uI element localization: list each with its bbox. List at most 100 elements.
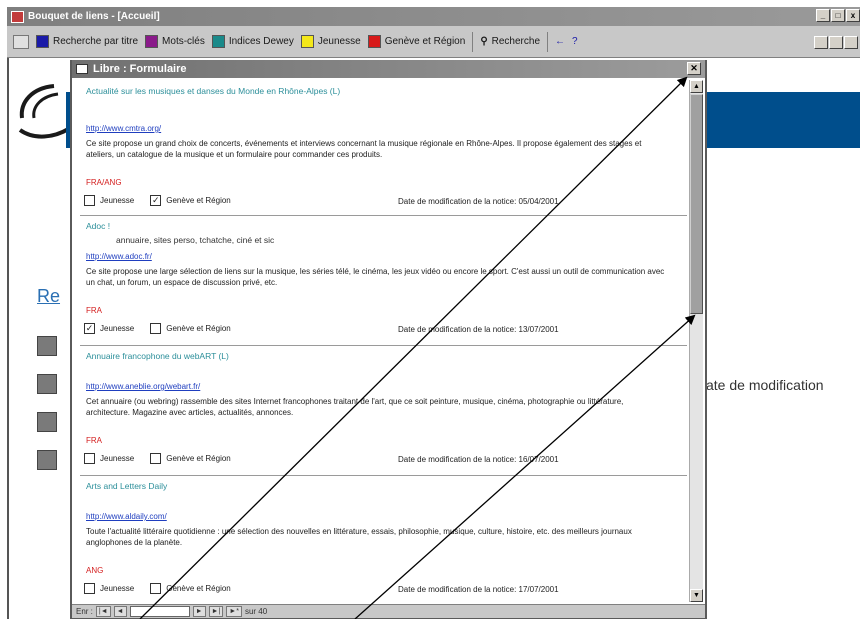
record-flags: ✓ Jeunesse Genève et Région (84, 323, 247, 334)
record-language: FRA/ANG (86, 178, 122, 187)
record-url-link[interactable]: http://www.cmtra.org/ (86, 124, 161, 133)
toolbar-label: Indices Dewey (228, 36, 294, 47)
form-title-bar[interactable]: Libre : Formulaire ✕ (72, 60, 705, 78)
doc-close-icon[interactable] (844, 36, 858, 49)
record-date: Date de modification de la notice: 13/07… (398, 325, 559, 334)
date-label: Date de modification de la notice: (398, 585, 517, 594)
record-number-field[interactable] (129, 606, 190, 617)
window-controls: _ □ x (816, 9, 860, 22)
date-modification-label: ate de modification (706, 377, 824, 393)
date-label: Date de modification de la notice: (398, 325, 517, 334)
toolbar-label: Mots-clés (162, 36, 205, 47)
record-title: Adoc ! (86, 221, 111, 231)
scroll-thumb[interactable] (690, 94, 703, 314)
maximize-icon[interactable]: □ (831, 9, 845, 22)
help-pointer-icon[interactable]: ? (572, 36, 578, 47)
page-heading-link[interactable]: Re (37, 286, 60, 307)
record-url-link[interactable]: http://www.aneblie.org/webart.fr/ (86, 382, 200, 391)
date-value: 16/07/2001 (518, 455, 559, 464)
minimize-icon[interactable]: _ (816, 9, 830, 22)
new-record-icon[interactable]: ►* (226, 606, 242, 617)
prev-record-icon[interactable]: ◄ (113, 606, 127, 617)
record-language: FRA (86, 306, 102, 315)
toolbar-separator (472, 31, 474, 52)
site-logo (18, 84, 72, 139)
app-title-bar: Bouquet de liens - [Accueil] _ □ x (7, 7, 860, 26)
back-arrow-icon[interactable]: ← (555, 36, 565, 47)
geneve-checkbox[interactable] (150, 583, 162, 594)
toolbar-jeunesse[interactable]: Jeunesse (300, 35, 361, 48)
scroll-up-icon[interactable]: ▲ (690, 80, 703, 93)
record-url-link[interactable]: http://www.adoc.fr/ (86, 252, 152, 261)
toolbar-label: Recherche par titre (53, 36, 139, 47)
record-title: Annuaire francophone du webART (L) (86, 351, 229, 361)
geneve-label: Genève et Région (166, 454, 231, 463)
titre-swatch-icon (36, 35, 49, 48)
record-flags: Jeunesse Genève et Région (84, 453, 247, 464)
form-view-icon[interactable] (13, 34, 29, 49)
record-flags: Jeunesse Genève et Région (84, 583, 247, 594)
doc-minimize-icon[interactable] (814, 36, 828, 49)
record-description: Toute l'actualité littéraire quotidienne… (86, 527, 632, 547)
record-url-link[interactable]: http://www.aldaily.com/ (86, 512, 167, 521)
geneve-label: Genève et Région (166, 196, 231, 205)
app-title: Bouquet de liens - [Accueil] (28, 11, 160, 22)
record-description: Cet annuaire (ou webring) rassemble des … (86, 397, 624, 417)
record-language: ANG (86, 566, 104, 575)
record-flags: Jeunesse ✓ Genève et Région (84, 195, 247, 206)
date-value: 17/07/2001 (518, 585, 559, 594)
record-subtitle: annuaire, sites perso, tchatche, ciné et… (116, 235, 275, 245)
jeunesse-label: Jeunesse (100, 196, 135, 205)
toolbar-dewey[interactable]: Indices Dewey (211, 35, 294, 48)
scroll-down-icon[interactable]: ▼ (690, 589, 703, 602)
toolbar-search[interactable]: ⚲ Recherche (480, 36, 540, 47)
jeunesse-checkbox[interactable] (84, 453, 95, 464)
geneve-checkbox[interactable] (150, 453, 162, 464)
toolbar-keywords[interactable]: Mots-clés (145, 35, 205, 48)
jeunesse-swatch-icon (300, 35, 314, 48)
toolbar-geneve[interactable]: Genève et Région (367, 35, 465, 48)
close-icon[interactable]: x (846, 9, 860, 22)
toolbar-titre-search[interactable]: Recherche par titre (36, 35, 138, 48)
form-window: Libre : Formulaire ✕ Actualité sur les m… (70, 60, 707, 619)
jeunesse-label: Jeunesse (100, 324, 135, 333)
app-icon (11, 10, 24, 23)
toolbar-separator (547, 31, 548, 52)
date-value: 13/07/2001 (518, 325, 559, 334)
date-label: Date de modification de la notice: (398, 455, 517, 464)
jeunesse-checkbox[interactable] (84, 195, 95, 206)
record-date: Date de modification de la notice: 05/04… (398, 197, 559, 206)
menu-square-button[interactable] (37, 450, 57, 470)
record-language: FRA (86, 436, 102, 445)
jeunesse-label: Jeunesse (100, 584, 135, 593)
record-count: sur 40 (244, 607, 268, 616)
close-icon[interactable]: ✕ (687, 62, 701, 75)
next-record-icon[interactable]: ► (192, 606, 206, 617)
menu-square-button[interactable] (37, 336, 57, 356)
record-list: Actualité sur les musiques et danses du … (80, 80, 687, 602)
geneve-checkbox[interactable]: ✓ (150, 195, 162, 206)
record-description: Ce site propose une large sélection de l… (86, 267, 665, 287)
jeunesse-checkbox[interactable]: ✓ (84, 323, 95, 334)
geneve-checkbox[interactable] (150, 323, 162, 334)
list-item: Arts and Letters Daily http://www.aldail… (80, 476, 687, 602)
jeunesse-label: Jeunesse (100, 454, 135, 463)
jeunesse-checkbox[interactable] (84, 583, 95, 594)
vertical-scrollbar[interactable]: ▲ ▼ (689, 80, 703, 602)
doc-maximize-icon[interactable] (829, 36, 843, 49)
date-value: 05/04/2001 (518, 197, 559, 206)
list-item: Adoc ! annuaire, sites perso, tchatche, … (80, 216, 687, 346)
menu-square-button[interactable] (37, 374, 57, 394)
menu-square-button[interactable] (37, 412, 57, 432)
form-title: Libre : Formulaire (93, 63, 187, 75)
document-window-controls (814, 36, 858, 49)
record-navigation-bar: Enr : |◄ ◄ ► ►| ►* sur 40 (72, 604, 705, 618)
keywords-swatch-icon (145, 35, 159, 48)
first-record-icon[interactable]: |◄ (95, 606, 111, 617)
form-icon (76, 64, 88, 74)
last-record-icon[interactable]: ►| (208, 606, 224, 617)
geneve-label: Genève et Région (166, 584, 231, 593)
record-description: Ce site propose un grand choix de concer… (86, 139, 642, 159)
nav-label: Enr : (76, 607, 93, 616)
geneve-swatch-icon (367, 35, 381, 48)
